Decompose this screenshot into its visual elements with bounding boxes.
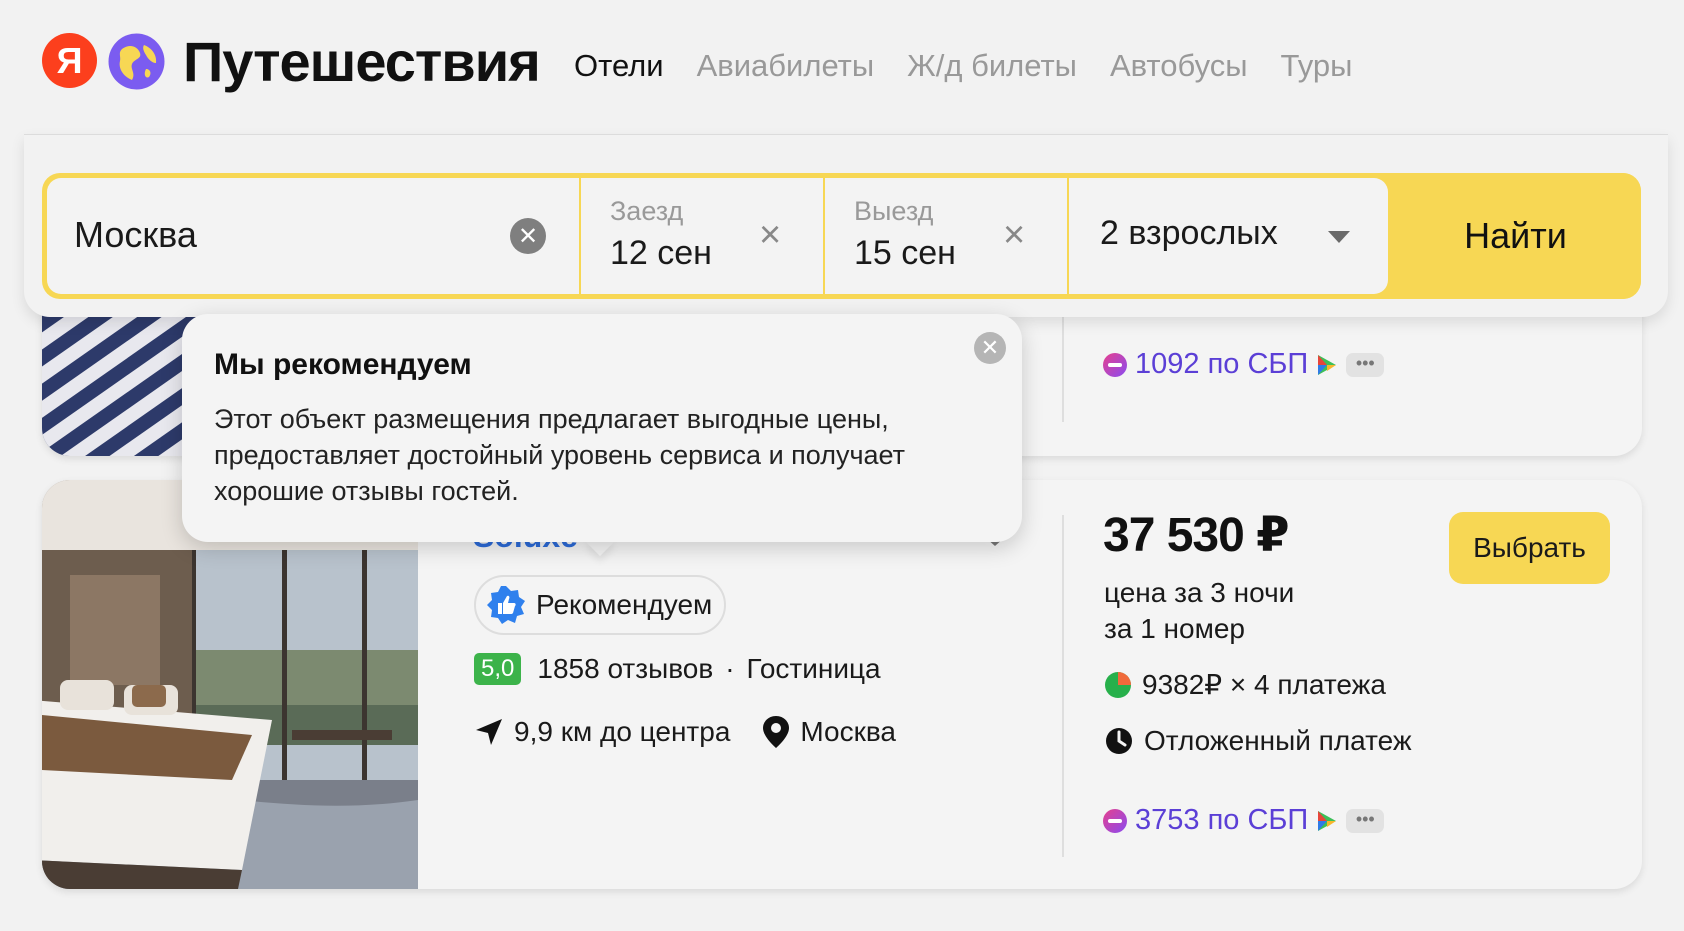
installments-text: 9382₽ × 4 платежа [1142, 669, 1386, 700]
select-button[interactable]: Выбрать [1449, 512, 1610, 584]
split-pay-icon [1105, 671, 1131, 698]
price-note-rooms: за 1 номер [1104, 613, 1245, 644]
sbp-cashback-hotel[interactable]: 3753 по СБП ••• [1103, 804, 1385, 837]
clear-checkout-icon[interactable]: × [1003, 216, 1025, 254]
rating-row: 5,0 1858 отзывов · Гостиница [474, 653, 881, 685]
map-pin-icon [763, 716, 790, 748]
checkout-label: Выезд [854, 196, 934, 226]
cashback-icon [1103, 352, 1127, 377]
checkin-label: Заезд [610, 196, 684, 226]
sbp-icon [1318, 354, 1337, 375]
installments-row[interactable]: 9382₽ × 4 платежа [1104, 668, 1386, 701]
guests-field[interactable]: 2 взрослых [1069, 178, 1388, 294]
globe-icon[interactable] [108, 33, 165, 90]
sbp-text: 3753 по СБП [1135, 804, 1309, 836]
city-link[interactable]: Москва [800, 716, 896, 748]
popover-body: Этот объект размещения предлагает выгодн… [214, 404, 906, 506]
clear-checkin-icon[interactable]: × [759, 216, 781, 254]
navigation-arrow-icon [476, 719, 502, 745]
location-row: 9,9 км до центра Москва [474, 715, 896, 749]
checkout-field[interactable]: Выезд 15 сен × [825, 178, 1067, 294]
more-options-button[interactable]: ••• [1346, 352, 1385, 377]
nav-tours[interactable]: Туры [1281, 44, 1353, 88]
more-options-button[interactable]: ••• [1346, 808, 1385, 833]
reviews-link[interactable]: 1858 отзывов [537, 653, 713, 685]
recommend-badge[interactable]: Рекомендуем [474, 575, 726, 635]
price-note-nights: цена за 3 ночи [1104, 577, 1295, 608]
destination-value: Москва [74, 214, 197, 255]
recommend-label: Рекомендуем [536, 589, 713, 620]
property-type: Гостиница [746, 653, 881, 684]
price: 37 530 ₽ [1103, 509, 1290, 562]
separator: · [725, 653, 735, 684]
distance-to-center[interactable]: 9,9 км до центра [514, 716, 730, 748]
chevron-down-icon[interactable] [1328, 231, 1350, 243]
sbp-text: 1092 по СБП [1135, 348, 1309, 380]
close-icon[interactable]: ✕ [974, 332, 1006, 364]
clear-destination-icon[interactable]: ✕ [510, 218, 546, 254]
nav-flights[interactable]: Авиабилеты [697, 44, 875, 88]
checkout-value: 15 сен [854, 234, 956, 272]
sbp-icon [1318, 810, 1337, 831]
rating-badge[interactable]: 5,0 [474, 653, 522, 685]
nav-buses[interactable]: Автобусы [1110, 44, 1248, 88]
deferred-clock-icon [1106, 728, 1132, 754]
destination-field[interactable]: Москва ✕ [47, 178, 579, 294]
deferred-row[interactable]: Отложенный платеж [1104, 725, 1412, 757]
sbp-cashback[interactable]: 1092 по СБП ••• [1103, 348, 1385, 381]
deferred-text: Отложенный платеж [1144, 725, 1412, 756]
checkin-value: 12 сен [610, 234, 712, 272]
card-divider [1062, 310, 1064, 422]
main-nav: Отели Авиабилеты Ж/д билеты Автобусы Тур… [574, 44, 1352, 88]
thumbs-up-badge-icon [487, 586, 525, 624]
yandex-logo-icon[interactable]: Я [42, 33, 97, 88]
nav-hotels[interactable]: Отели [574, 44, 664, 88]
guests-value: 2 взрослых [1100, 214, 1278, 252]
brand-title[interactable]: Путешествия [183, 28, 541, 96]
cashback-icon [1103, 808, 1127, 833]
checkin-field[interactable]: Заезд 12 сен × [581, 178, 823, 294]
search-submit-button[interactable]: Найти [1390, 173, 1641, 299]
popover-title: Мы рекомендуем [214, 348, 472, 381]
card-divider [1062, 515, 1064, 857]
nav-trains[interactable]: Ж/д билеты [907, 44, 1077, 88]
